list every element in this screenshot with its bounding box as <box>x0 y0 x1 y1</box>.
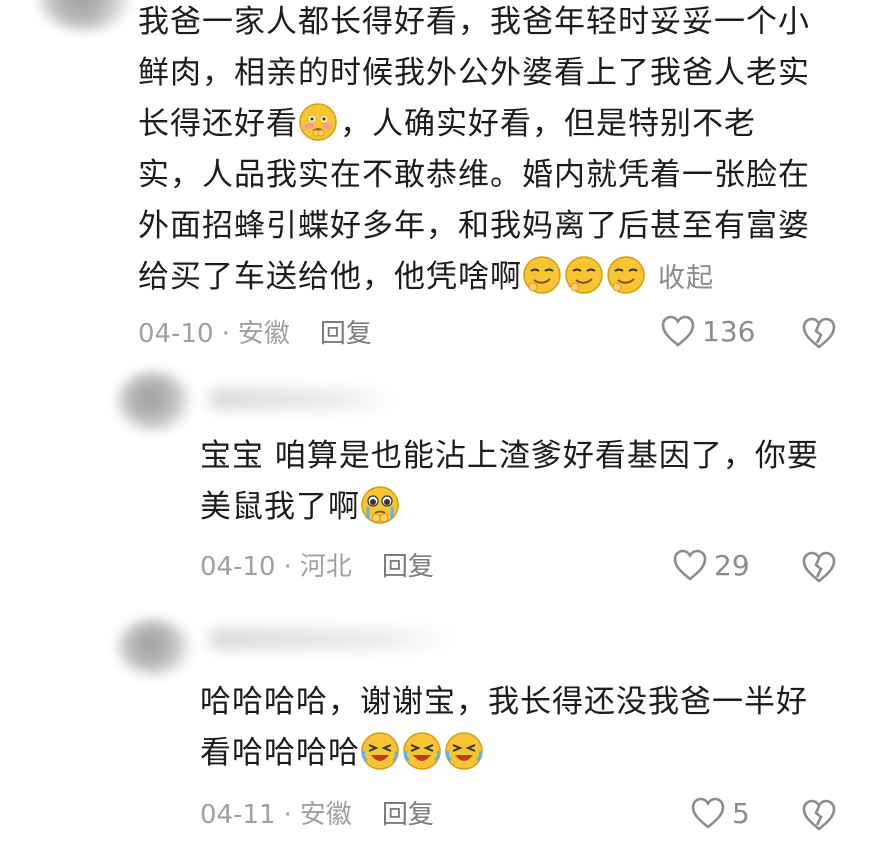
comment-meta: 04-11 · 安徽 回复 <box>200 797 434 833</box>
text-line: 宝宝 咱算是也能沾上渣爹好看基因了，你要 <box>200 438 819 474</box>
heart-icon <box>661 315 695 347</box>
text-fragment: 看哈哈哈哈 <box>200 735 360 771</box>
text-line: 鲜肉，相亲的时候我外公外婆看上了我爸人老实 <box>138 55 810 91</box>
like-button[interactable]: 29 <box>672 548 750 582</box>
username-blurred <box>208 388 398 410</box>
comment-date: 04-10 <box>200 552 276 582</box>
like-button[interactable]: 5 <box>690 796 750 830</box>
comment-text: 宝宝 咱算是也能沾上渣爹好看基因了，你要 美鼠我了啊 <box>200 431 819 533</box>
pleading-emoji-icon <box>361 486 399 524</box>
laugh-cry-emoji-icon <box>403 732 441 770</box>
text-line: 外面招蜂引蝶好多年，和我妈离了后甚至有富婆 <box>138 208 810 244</box>
smirk-emoji-icon <box>607 256 645 294</box>
comment-location: 河北 <box>299 552 352 582</box>
text-line: 我爸一家人都长得好看，我爸年轻时妥妥一个小 <box>138 4 810 40</box>
reply-button[interactable]: 回复 <box>382 552 434 582</box>
avatar[interactable] <box>40 0 130 30</box>
text-line: 美鼠我了啊 <box>200 482 819 533</box>
text-fragment: 美鼠我了啊 <box>200 489 360 525</box>
heart-icon <box>691 797 725 829</box>
text-fragment: ，人确实好看，但是特别不老 <box>340 106 756 142</box>
comment-meta: 04-10 · 安徽 回复 <box>138 316 372 352</box>
collapse-link[interactable]: 收起 <box>658 263 714 294</box>
smirk-emoji-icon <box>565 256 603 294</box>
heart-icon <box>673 549 707 581</box>
text-line: 给买了车送给他，他凭啥啊 收起 <box>138 252 810 304</box>
reply-button[interactable]: 回复 <box>320 319 372 349</box>
avatar[interactable] <box>118 620 190 674</box>
laugh-cry-emoji-icon <box>445 732 483 770</box>
text-line: 实，人品我实在不敢恭维。婚内就凭着一张脸在 <box>138 157 810 193</box>
comment-meta: 04-10 · 河北 回复 <box>200 549 434 585</box>
comment-1: 我爸一家人都长得好看，我爸年轻时妥妥一个小 鲜肉，相亲的时候我外公外婆看上了我爸… <box>138 0 810 304</box>
comment-date: 04-11 <box>200 800 276 830</box>
comment-location: 安徽 <box>299 800 352 830</box>
comment-location: 安徽 <box>237 319 290 349</box>
comment-date: 04-10 <box>138 319 214 349</box>
text-line: 哈哈哈哈，谢谢宝，我长得还没我爸一半好 <box>200 684 808 720</box>
text-fragment: 给买了车送给他，他凭啥啊 <box>138 259 522 295</box>
text-line: 长得还好看 ，人确实好看，但是特别不老 <box>138 99 810 150</box>
laugh-cry-emoji-icon <box>361 732 399 770</box>
shy-emoji-icon <box>299 103 337 141</box>
broken-heart-icon[interactable] <box>801 316 837 350</box>
like-count: 136 <box>702 314 756 348</box>
text-line: 看哈哈哈哈 <box>200 728 808 779</box>
reply-button[interactable]: 回复 <box>382 800 434 830</box>
comment-2: 宝宝 咱算是也能沾上渣爹好看基因了，你要 美鼠我了啊 <box>200 431 819 533</box>
like-count: 5 <box>732 796 750 830</box>
comment-text: 我爸一家人都长得好看，我爸年轻时妥妥一个小 鲜肉，相亲的时候我外公外婆看上了我爸… <box>138 0 810 304</box>
like-count: 29 <box>714 548 750 582</box>
comment-3: 哈哈哈哈，谢谢宝，我长得还没我爸一半好 看哈哈哈哈 <box>200 677 808 779</box>
separator: · <box>283 800 292 830</box>
username-blurred <box>208 628 458 650</box>
broken-heart-icon[interactable] <box>801 550 837 584</box>
text-fragment: 长得还好看 <box>138 106 298 142</box>
comment-text: 哈哈哈哈，谢谢宝，我长得还没我爸一半好 看哈哈哈哈 <box>200 677 808 779</box>
like-button[interactable]: 136 <box>660 314 755 348</box>
avatar[interactable] <box>118 372 190 430</box>
broken-heart-icon[interactable] <box>801 798 837 832</box>
smirk-emoji-icon <box>523 256 561 294</box>
separator: · <box>283 552 292 582</box>
separator: · <box>221 319 230 349</box>
